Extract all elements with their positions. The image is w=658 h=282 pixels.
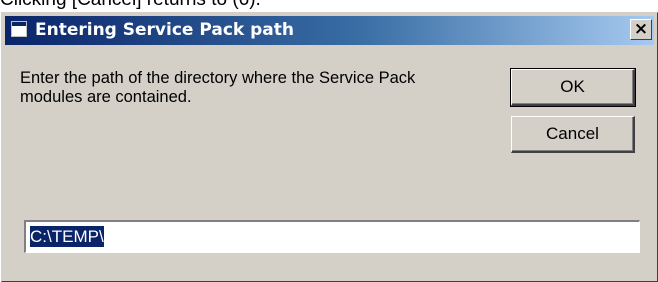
dialog-title: Entering Service Pack path <box>35 20 295 40</box>
title-bar[interactable]: Entering Service Pack path × <box>5 16 654 45</box>
service-pack-path-dialog: Entering Service Pack path × Enter the p… <box>1 12 658 282</box>
instruction-text: Clicking [Cancel] returns to (6). <box>0 0 261 10</box>
path-input[interactable]: C:\TEMP\ <box>24 220 640 253</box>
window-icon <box>11 21 27 37</box>
close-button[interactable]: × <box>630 19 652 40</box>
cancel-button[interactable]: Cancel <box>511 116 635 153</box>
path-input-value: C:\TEMP\ <box>30 226 104 247</box>
ok-button[interactable]: OK <box>510 68 636 107</box>
prompt-message: Enter the path of the directory where th… <box>20 69 416 106</box>
